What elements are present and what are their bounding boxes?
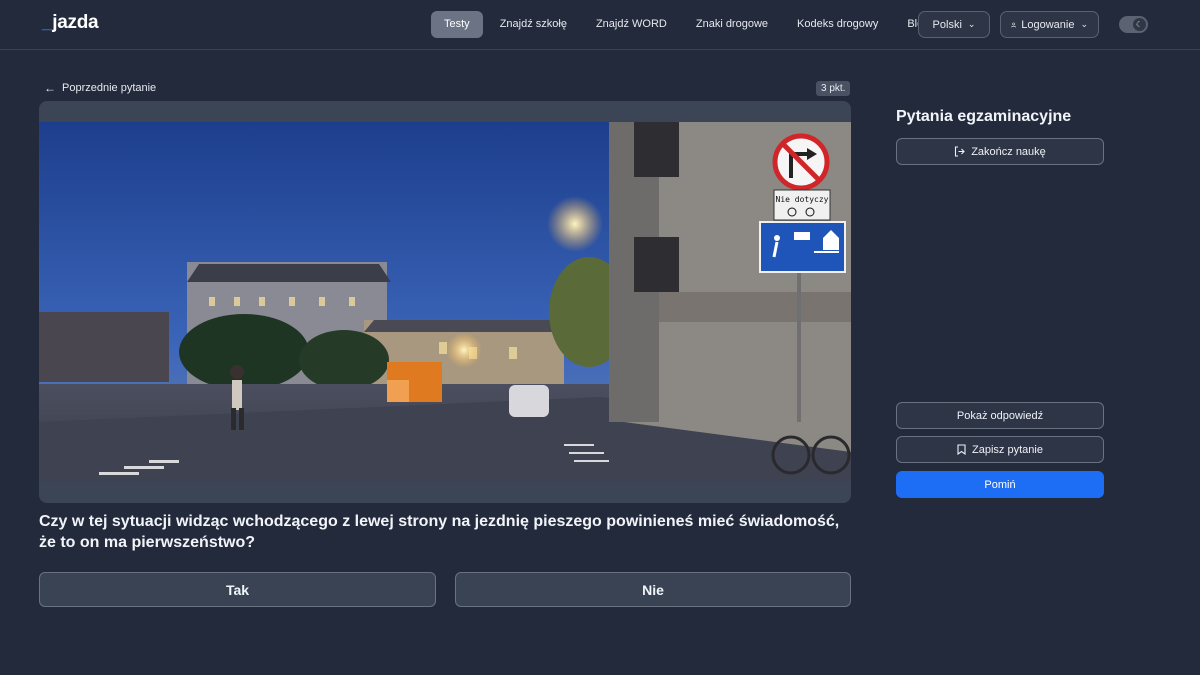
chevron-down-icon: ⌄ (1080, 19, 1088, 29)
nav-item-kodeks-drogowy[interactable]: Kodeks drogowy (785, 11, 890, 38)
chevron-down-icon: ⌄ (967, 19, 976, 29)
moon-icon: ☾ (1133, 18, 1146, 31)
sign-plate-text: Nie dotyczy (776, 195, 829, 204)
points-badge: 3 pkt. (816, 81, 851, 96)
language-select[interactable]: Polski ⌄ (918, 11, 990, 38)
nav-item-znajdz-szkole[interactable]: Znajdź szkołę (488, 11, 579, 38)
answer-no-button[interactable]: Nie (455, 572, 851, 607)
answer-yes-button[interactable]: Tak (39, 572, 436, 607)
save-question-label: Zapisz pytanie (972, 443, 1043, 456)
login-button[interactable]: Logowanie ⌄ (1000, 11, 1099, 38)
logo-text: jazda (52, 12, 99, 33)
user-icon (1011, 22, 1016, 27)
skip-button[interactable]: Pomiń (896, 471, 1104, 498)
street-scene-image: Nie dotyczy (39, 122, 851, 482)
previous-question-link[interactable]: ← Poprzednie pytanie (44, 81, 156, 95)
question-text: Czy w tej sytuacji widząc wchodzącego z … (39, 513, 840, 551)
question-media: Nie dotyczy (39, 101, 851, 503)
sidebar-title: Pytania egzaminacyjne (896, 108, 1072, 125)
nav-item-testy[interactable]: Testy (431, 11, 483, 38)
arrow-left-icon: ← (44, 81, 56, 95)
logo[interactable]: _jazda (42, 12, 99, 34)
previous-question-label: Poprzednie pytanie (62, 82, 157, 94)
top-navbar: _jazda Testy Znajdź szkołę Znajdź WORD Z… (0, 0, 1200, 50)
theme-toggle[interactable]: ☾ (1119, 16, 1148, 33)
language-label: Polski (932, 18, 962, 31)
logout-icon (955, 146, 965, 157)
save-question-button[interactable]: Zapisz pytanie (896, 436, 1104, 463)
skip-label: Pomiń (984, 478, 1016, 491)
bookmark-icon (957, 444, 966, 455)
logo-mark: _ (42, 12, 53, 33)
show-answer-label: Pokaż odpowiedź (956, 409, 1044, 422)
nav-item-znaki-drogowe[interactable]: Znaki drogowe (684, 11, 780, 38)
nav-item-znajdz-word[interactable]: Znajdź WORD (584, 11, 679, 38)
main-nav: Testy Znajdź szkołę Znajdź WORD Znaki dr… (431, 11, 946, 38)
end-learning-button[interactable]: Zakończ naukę (896, 138, 1104, 165)
end-learning-label: Zakończ naukę (971, 145, 1046, 158)
login-label: Logowanie (1021, 18, 1075, 31)
show-answer-button[interactable]: Pokaż odpowiedź (896, 402, 1104, 429)
